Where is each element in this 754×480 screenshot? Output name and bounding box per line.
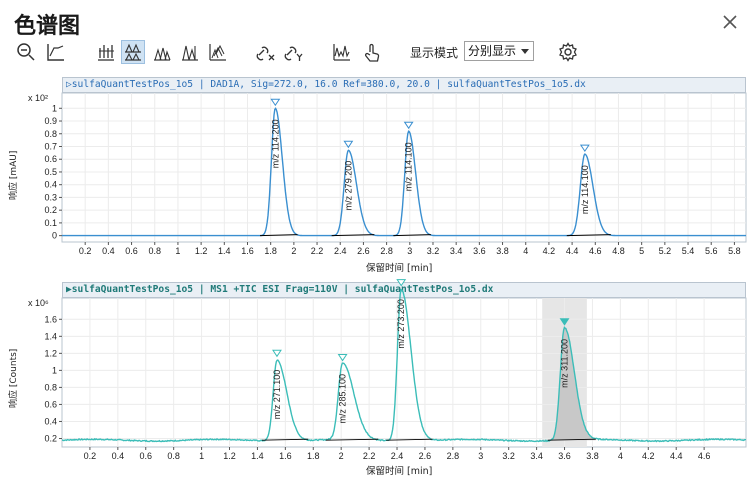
chart-2-xtick-label: 3: [478, 451, 483, 461]
chart-2-xtick-label: 1: [199, 451, 204, 461]
chart-2-xtick-label: 3.8: [586, 451, 599, 461]
chart-2-peak-label: m/z 311.200: [560, 339, 570, 388]
chart-2-xtick-label: 3.4: [530, 451, 543, 461]
chart-2-xtick-label: 0.8: [167, 451, 180, 461]
chart-2-xtick-label: 2: [339, 451, 344, 461]
chart-2-xtick-label: 4.4: [670, 451, 683, 461]
chart-2-xtick-label: 1.4: [251, 451, 264, 461]
chart-2-ytick-label: 1.6: [44, 314, 57, 324]
chart-2-xtick-label: 3.2: [502, 451, 515, 461]
chart-2-xtick-label: 2.2: [363, 451, 376, 461]
chart-2-y-multiplier: x 10⁶: [28, 298, 49, 308]
chart-2-xtick-label: 1.2: [223, 451, 236, 461]
chart-2-xtick-label: 3.6: [558, 451, 571, 461]
chart-2-xtick-label: 4.2: [642, 451, 655, 461]
chart-2-xtick-label: 4.6: [698, 451, 711, 461]
chart-2-ytick-label: 0.2: [44, 433, 57, 443]
chart-2-ytick-label: 0.6: [44, 399, 57, 409]
chart-2-ytick-label: 0.4: [44, 416, 57, 426]
chart-2-peak-label: m/z 285.100: [338, 374, 348, 424]
chart-2-ytick-label: 0.8: [44, 382, 57, 392]
chart-2-xtick-label: 0.2: [84, 451, 97, 461]
chart-2-xtick-label: 2.4: [391, 451, 404, 461]
chart-2-peak-label: m/z 273.200: [396, 299, 406, 349]
chart-2-xtick-label: 4: [618, 451, 623, 461]
chart-2-xtick-label: 2.8: [447, 451, 460, 461]
chart-2-xtick-label: 2.6: [419, 451, 432, 461]
chart-2-ytick-label: 1.2: [44, 348, 57, 358]
chart-2-peak-label: m/z 271.100: [272, 370, 282, 420]
chart-2-ytick-label: 1.4: [44, 331, 57, 341]
chart-2-xtick-label: 0.4: [112, 451, 125, 461]
chart-2-xtick-label: 1.6: [279, 451, 292, 461]
chart-2[interactable]: 0.2 0.4 0.6 0.8 1 1.2 1.4 1.6 1.8 2 2.2 2.4 2.6 2.8 3 3…: [0, 0, 754, 480]
chart-2-ytick-label: 1: [52, 365, 57, 375]
chart-2-xtick-label: 1.8: [307, 451, 320, 461]
chart-2-xtick-label: 0.6: [139, 451, 152, 461]
chart-2-peak-marker: [396, 279, 407, 287]
